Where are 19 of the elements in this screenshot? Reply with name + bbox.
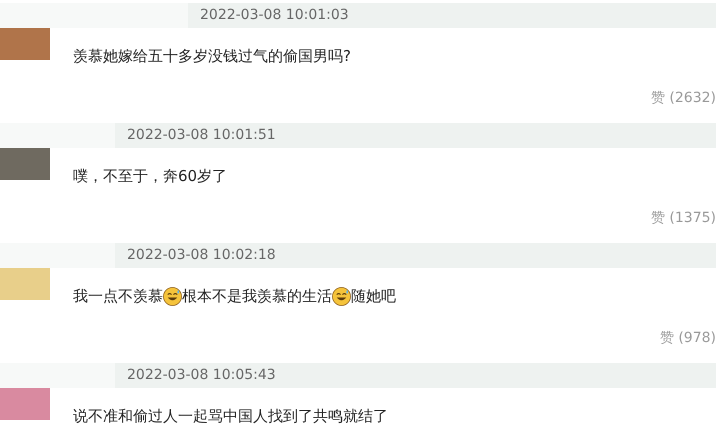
comment-text: 说不准和偷过人一起骂中国人找到了共鸣就结了 bbox=[73, 406, 388, 427]
sweat-smile-emoji-icon bbox=[163, 286, 182, 306]
comment-timestamp: 2022-03-08 10:01:03 bbox=[200, 6, 349, 25]
comment-text: 根本不是我羡慕的生活 bbox=[182, 286, 332, 307]
sweat-smile-emoji-icon bbox=[332, 286, 351, 306]
comment-timestamp: 2022-03-08 10:05:43 bbox=[127, 366, 276, 385]
comment-timestamp: 2022-03-08 10:02:18 bbox=[127, 246, 276, 265]
like-count-link[interactable]: 赞 (978) bbox=[660, 328, 716, 349]
comment-text: 羡慕她嫁给五十多岁没钱过气的偷国男吗? bbox=[73, 46, 351, 67]
avatar-placeholder[interactable] bbox=[0, 268, 50, 300]
like-count-link[interactable]: 赞 (2632) bbox=[650, 88, 716, 109]
comment-timestamp: 2022-03-08 10:01:51 bbox=[127, 126, 276, 145]
comment-text: 随她吧 bbox=[351, 286, 396, 307]
comment-text: 噗，不至于，奔60岁了 bbox=[73, 166, 228, 187]
avatar-placeholder[interactable] bbox=[0, 388, 50, 420]
like-count-link[interactable]: 赞 (1375) bbox=[650, 208, 716, 229]
avatar-placeholder[interactable] bbox=[0, 28, 50, 60]
comment-text: 我一点不羡慕 bbox=[73, 286, 163, 307]
avatar-placeholder[interactable] bbox=[0, 148, 50, 180]
